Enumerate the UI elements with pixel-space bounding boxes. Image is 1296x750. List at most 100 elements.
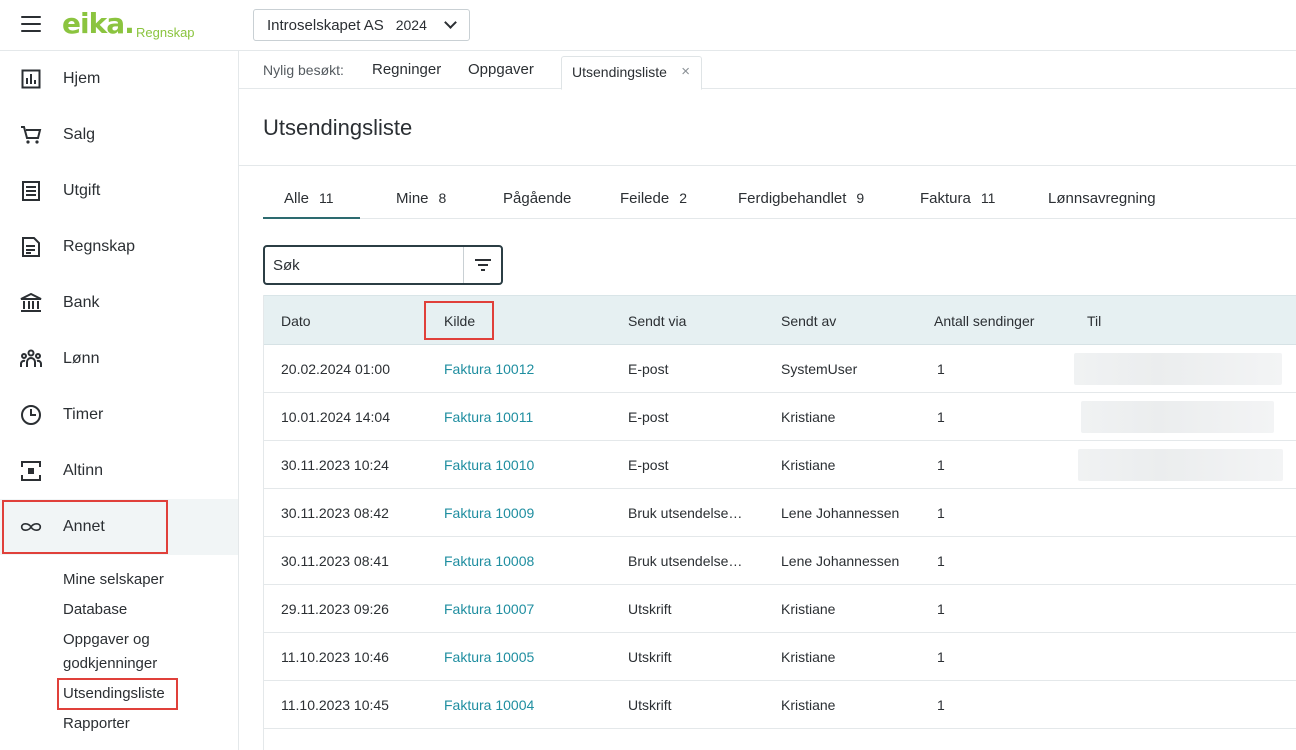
sidebar: Hjem Salg Utgift Regnskap Bank Lønn Time… — [0, 51, 239, 750]
cell-kilde-link[interactable]: Faktura 10010 — [444, 457, 534, 473]
logo-subtitle: Regnskap — [136, 25, 195, 40]
table-row[interactable]: 29.11.2023 09:26 Faktura 10007 Utskrift … — [264, 585, 1296, 633]
recent-tab-label: Utsendingsliste — [572, 64, 667, 80]
table-row[interactable]: 10.01.2024 14:04 Faktura 10011 E-post Kr… — [264, 393, 1296, 441]
table-row[interactable]: 30.11.2023 08:41 Faktura 10008 Bruk utse… — [264, 537, 1296, 585]
sub-item-oppgaver-line2[interactable]: godkjenninger — [63, 652, 157, 676]
sub-item-utsendingsliste[interactable]: Utsendingsliste — [63, 682, 165, 706]
close-icon[interactable]: × — [681, 63, 690, 80]
filter-tabs: Alle 11 Mine 8 Pågående Feilede 2 Ferdigbeh… — [263, 178, 1296, 219]
tab-label: Faktura — [920, 190, 971, 207]
tab-alle[interactable]: Alle 11 — [284, 190, 334, 207]
cell-sendt-av: Lene Johannessen — [781, 505, 900, 521]
chart-icon — [20, 68, 42, 90]
cell-sendt-via: Utskrift — [628, 601, 672, 617]
cell-kilde-link[interactable]: Faktura 10011 — [444, 409, 533, 425]
column-header-dato[interactable]: Dato — [281, 313, 311, 329]
cell-antall: 1 — [937, 361, 945, 377]
table-row[interactable]: 20.02.2024 01:00 Faktura 10012 E-post Sy… — [264, 345, 1296, 393]
tab-feilede[interactable]: Feilede 2 — [620, 190, 687, 207]
search-input[interactable] — [265, 248, 461, 282]
cell-kilde-link[interactable]: Faktura 10007 — [444, 601, 534, 617]
sidebar-item-label: Regnskap — [63, 238, 136, 255]
sidebar-item-hjem[interactable]: Hjem — [0, 51, 238, 107]
table-row[interactable]: 30.11.2023 10:24 Faktura 10010 E-post Kr… — [264, 441, 1296, 489]
sub-item-database[interactable]: Database — [63, 598, 127, 622]
sub-item-oppgaver-line1[interactable]: Oppgaver og — [63, 628, 150, 652]
cell-antall: 1 — [937, 505, 945, 521]
tab-faktura[interactable]: Faktura 11 — [920, 190, 995, 207]
tab-count: 11 — [319, 190, 334, 206]
active-tab-indicator — [263, 217, 360, 219]
cell-kilde-link[interactable]: Faktura 10009 — [444, 505, 534, 521]
column-header-sendt-av[interactable]: Sendt av — [781, 313, 836, 329]
filter-icon[interactable] — [473, 256, 493, 274]
cell-antall: 1 — [937, 553, 945, 569]
recent-tab-regninger[interactable]: Regninger — [372, 61, 441, 78]
column-header-sendt-via[interactable]: Sendt via — [628, 313, 686, 329]
tab-lonnsavregning[interactable]: Lønnsavregning — [1048, 190, 1156, 207]
table-row[interactable]: 30.11.2023 08:42 Faktura 10009 Bruk utse… — [264, 489, 1296, 537]
column-header-kilde[interactable]: Kilde — [444, 313, 475, 329]
cell-dato: 11.10.2023 10:46 — [281, 649, 389, 665]
table-header: Dato Kilde Sendt via Sendt av Antall sen… — [264, 295, 1296, 345]
cell-dato: 30.11.2023 08:41 — [281, 553, 389, 569]
tab-count: 9 — [856, 190, 865, 206]
sidebar-item-altinn[interactable]: Altinn — [0, 443, 238, 499]
cell-sendt-via: Bruk utsendelse… — [628, 505, 743, 521]
people-icon — [20, 348, 42, 370]
table-row[interactable]: 11.10.2023 10:45 Faktura 10004 Utskrift … — [264, 681, 1296, 729]
sidebar-item-bank[interactable]: Bank — [0, 275, 238, 331]
table-row[interactable]: 11.10.2023 10:46 Faktura 10005 Utskrift … — [264, 633, 1296, 681]
ledger-icon — [20, 236, 42, 258]
sidebar-item-label: Lønn — [63, 350, 100, 367]
tab-pagaende[interactable]: Pågående — [503, 190, 571, 207]
year-value: 2024 — [395, 17, 427, 33]
recent-tab-oppgaver[interactable]: Oppgaver — [468, 61, 534, 78]
sidebar-item-regnskap[interactable]: Regnskap — [0, 219, 238, 275]
cell-sendt-via: Utskrift — [628, 649, 672, 665]
sidebar-item-lonn[interactable]: Lønn — [0, 331, 238, 387]
column-header-til[interactable]: Til — [1087, 313, 1101, 329]
cart-icon — [20, 124, 42, 146]
sidebar-item-utgift[interactable]: Utgift — [0, 163, 238, 219]
recent-tab-utsendingsliste[interactable]: Utsendingsliste × — [561, 56, 702, 90]
cell-dato: 29.11.2023 09:26 — [281, 601, 389, 617]
tab-count: 2 — [679, 190, 687, 206]
cell-sendt-via: Utskrift — [628, 697, 672, 713]
cell-sendt-via: E-post — [628, 361, 669, 377]
tab-label: Pågående — [503, 190, 572, 207]
cell-sendt-via: E-post — [628, 457, 669, 473]
tab-count: 8 — [438, 190, 447, 206]
sidebar-item-label: Hjem — [63, 70, 101, 87]
top-bar: eika. Regnskap Introselskapet AS 2024 — [0, 0, 1296, 51]
cell-kilde-link[interactable]: Faktura 10004 — [444, 697, 534, 713]
cell-dato: 10.01.2024 14:04 — [281, 409, 390, 425]
sidebar-item-annet[interactable]: Annet — [0, 499, 238, 555]
cell-dato: 30.11.2023 10:24 — [281, 457, 389, 473]
page-title: Utsendingsliste — [263, 115, 413, 140]
cell-kilde-link[interactable]: Faktura 10005 — [444, 649, 534, 665]
recent-label: Nylig besøkt: — [263, 62, 344, 78]
sidebar-item-label: Timer — [63, 406, 104, 423]
sidebar-item-salg[interactable]: Salg — [0, 107, 238, 163]
chevron-down-icon — [444, 16, 457, 29]
tab-ferdigbehandlet[interactable]: Ferdigbehandlet 9 — [738, 190, 864, 207]
tab-mine[interactable]: Mine 8 — [396, 190, 446, 207]
sidebar-item-timer[interactable]: Timer — [0, 387, 238, 443]
sub-item-rapporter[interactable]: Rapporter — [63, 712, 130, 736]
company-name: Introselskapet AS — [267, 16, 384, 34]
cell-kilde-link[interactable]: Faktura 10008 — [444, 553, 534, 569]
eika-logo[interactable]: eika. — [62, 7, 135, 40]
column-header-antall[interactable]: Antall sendinger — [934, 313, 1034, 329]
cell-kilde-link[interactable]: Faktura 10012 — [444, 361, 534, 377]
redacted-recipient — [1081, 401, 1274, 433]
redacted-recipient — [1074, 353, 1282, 385]
sub-item-mine-selskaper[interactable]: Mine selskaper — [63, 568, 164, 592]
hamburger-menu-icon[interactable] — [21, 16, 41, 32]
redacted-recipient — [1078, 449, 1283, 481]
cell-sendt-av: Kristiane — [781, 457, 836, 473]
cell-antall: 1 — [937, 649, 945, 665]
company-year-select[interactable]: Introselskapet AS 2024 — [253, 9, 470, 41]
dispatch-table: Dato Kilde Sendt via Sendt av Antall sen… — [263, 295, 1296, 750]
